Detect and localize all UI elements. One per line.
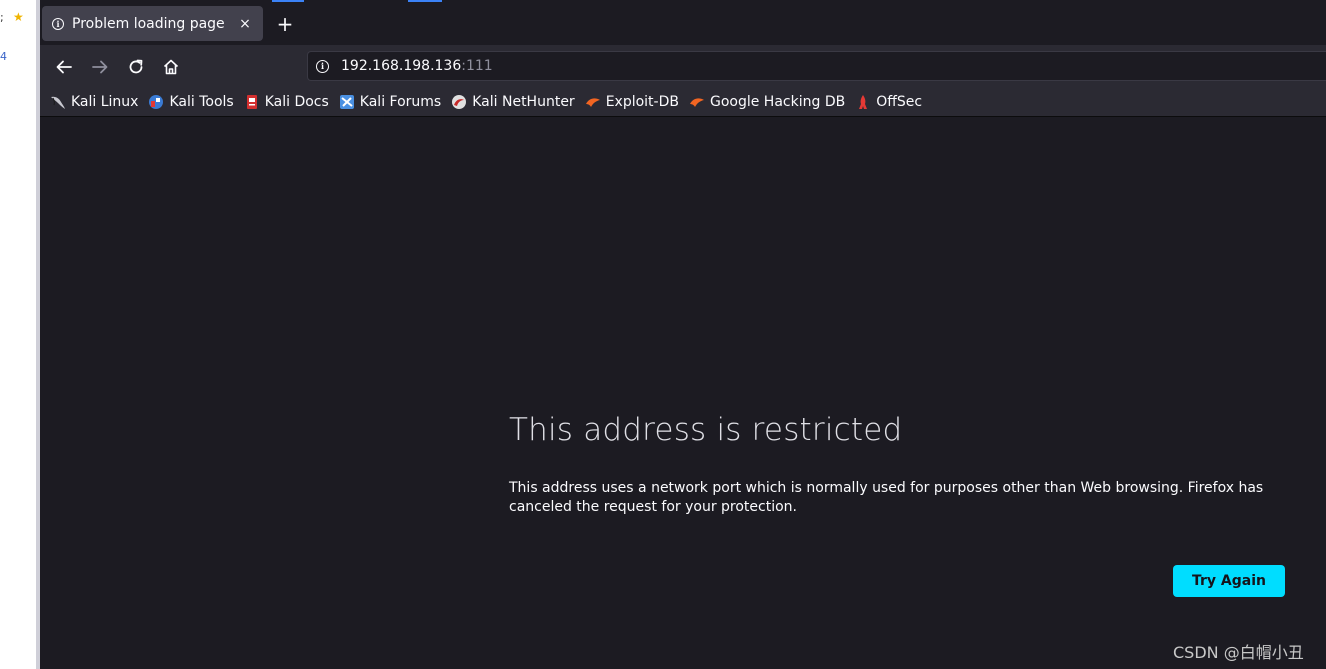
bookmark-offsec[interactable]: OffSec bbox=[855, 94, 922, 110]
tab-title: Problem loading page bbox=[72, 15, 225, 32]
background-page-text-2: 4 bbox=[0, 50, 7, 63]
kali-docs-icon bbox=[244, 94, 260, 110]
bookmark-kali-docs[interactable]: Kali Docs bbox=[244, 94, 329, 110]
bookmark-kali-tools[interactable]: Kali Tools bbox=[148, 94, 234, 110]
browser-window: i Problem loading page × + i 192.168.198… bbox=[40, 0, 1326, 669]
new-tab-button[interactable]: + bbox=[273, 12, 297, 36]
home-button[interactable] bbox=[158, 54, 184, 80]
error-description: This address uses a network port which i… bbox=[509, 480, 1264, 515]
star-icon: ★ bbox=[13, 10, 24, 24]
tab-strip-accent bbox=[272, 0, 304, 2]
arrow-right-icon bbox=[92, 60, 108, 74]
reload-button[interactable] bbox=[123, 54, 149, 80]
offsec-icon bbox=[855, 94, 871, 110]
exploit-db-icon bbox=[585, 94, 601, 110]
watermark: CSDN @白帽小丑 bbox=[1173, 643, 1304, 662]
page-title: This address is restricted bbox=[509, 412, 903, 448]
nav-bar: i 192.168.198.136 :111 bbox=[40, 45, 1326, 87]
kali-dragon-icon bbox=[50, 94, 66, 110]
kali-nethunter-icon bbox=[451, 94, 467, 110]
bookmarks-toolbar: Kali Linux Kali Tools Kali Docs Kali For… bbox=[40, 87, 1326, 117]
bookmark-exploit-db[interactable]: Exploit-DB bbox=[585, 94, 679, 110]
tab-strip: i Problem loading page × + bbox=[40, 0, 1326, 45]
ghdb-icon bbox=[689, 94, 705, 110]
error-page: This address is restricted This address … bbox=[40, 117, 1326, 669]
bookmark-kali-linux[interactable]: Kali Linux bbox=[50, 94, 138, 110]
forward-button[interactable] bbox=[87, 54, 113, 80]
bookmark-google-hacking-db[interactable]: Google Hacking DB bbox=[689, 94, 845, 110]
close-icon[interactable]: × bbox=[237, 16, 253, 32]
arrow-left-icon bbox=[56, 60, 72, 74]
tab-problem-loading[interactable]: i Problem loading page × bbox=[42, 6, 263, 41]
background-page-text: ; bbox=[0, 11, 4, 24]
home-icon bbox=[163, 59, 179, 75]
url-host: 192.168.198.136 bbox=[341, 58, 462, 74]
reload-icon bbox=[129, 59, 143, 74]
info-icon: i bbox=[52, 17, 64, 30]
background-page-strip: ; ★ 4 bbox=[0, 0, 37, 669]
kali-forums-icon bbox=[339, 94, 355, 110]
bookmark-kali-forums[interactable]: Kali Forums bbox=[339, 94, 441, 110]
kali-tools-icon bbox=[148, 94, 164, 110]
site-info-icon[interactable]: i bbox=[316, 59, 329, 73]
url-bar[interactable]: i 192.168.198.136 :111 bbox=[307, 51, 1326, 81]
url-port: :111 bbox=[461, 58, 493, 74]
try-again-button[interactable]: Try Again bbox=[1173, 565, 1285, 597]
tab-strip-accent-2 bbox=[408, 0, 442, 2]
back-button[interactable] bbox=[51, 54, 77, 80]
bookmark-kali-nethunter[interactable]: Kali NetHunter bbox=[451, 94, 575, 110]
